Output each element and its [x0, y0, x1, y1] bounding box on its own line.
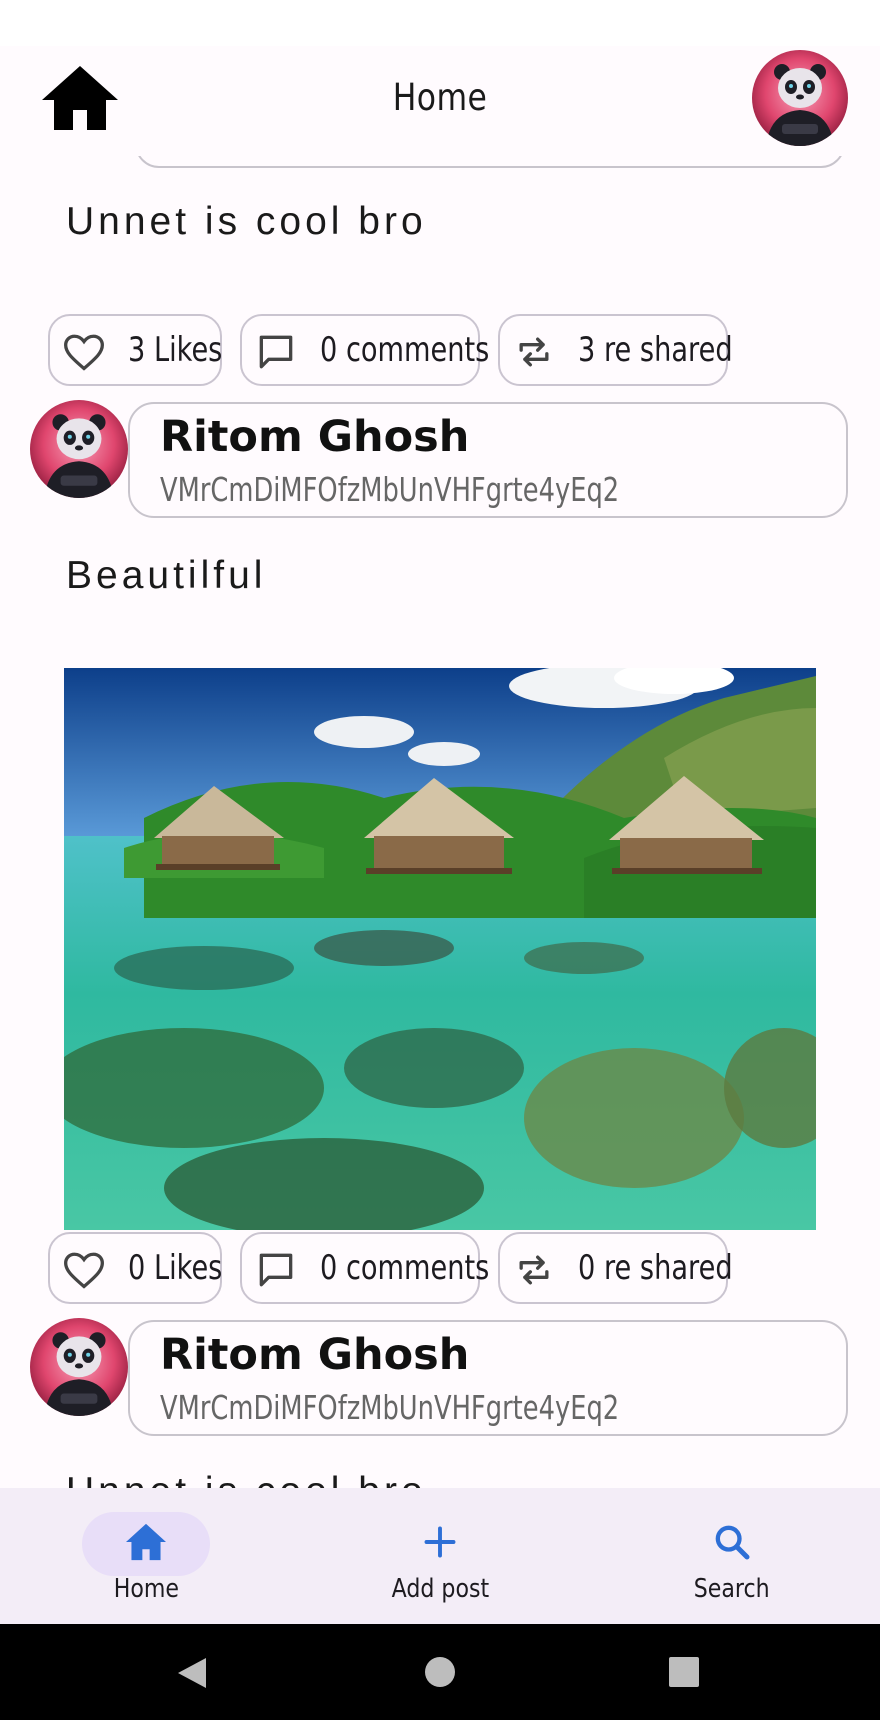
author-card[interactable]: Ritom Ghosh VMrCmDiMFOfzMbUnVHFgrte4yEq2: [128, 1320, 848, 1436]
post-text: Unnet is cool bro: [66, 1470, 427, 1488]
comments-count: 0 comments: [320, 330, 490, 370]
author-name: Ritom Ghosh: [160, 1330, 470, 1380]
plus-icon: [424, 1526, 456, 1558]
author-card: [135, 156, 845, 168]
nav-label-search: Search: [694, 1574, 770, 1604]
profile-avatar[interactable]: [752, 50, 848, 146]
page-title: Home: [392, 76, 488, 119]
reshare-button[interactable]: 0 re shared: [498, 1232, 733, 1304]
nav-item-add-post[interactable]: Add post: [376, 1488, 504, 1624]
comment-icon: [259, 335, 293, 369]
status-bar: [0, 0, 880, 46]
home-circle-icon[interactable]: [424, 1656, 456, 1688]
author-id: VMrCmDiMFOfzMbUnVHFgrte4yEq2: [160, 1388, 620, 1427]
system-navigation-bar: [0, 1624, 880, 1720]
recents-icon[interactable]: [668, 1656, 700, 1688]
nav-label-home: Home: [113, 1574, 179, 1604]
author-name: Ritom Ghosh: [160, 412, 470, 462]
repost-icon: [519, 1255, 549, 1285]
likes-count: 3 Likes: [128, 330, 223, 370]
top-app-bar: Home: [0, 46, 880, 156]
search-icon: [715, 1525, 750, 1560]
nav-item-home[interactable]: Home: [82, 1488, 210, 1624]
like-button[interactable]: 0 Likes: [48, 1232, 222, 1304]
post-text: Unnet is cool bro: [66, 200, 427, 243]
nav-item-search[interactable]: Search: [668, 1488, 796, 1624]
reshare-button[interactable]: 3 re shared: [498, 314, 733, 386]
back-icon[interactable]: [176, 1656, 208, 1690]
bottom-navigation: Home Add post Search: [0, 1488, 880, 1624]
heart-icon: [64, 334, 104, 371]
author-id: VMrCmDiMFOfzMbUnVHFgrte4yEq2: [160, 470, 620, 509]
nav-label-add-post: Add post: [391, 1574, 489, 1604]
like-button[interactable]: 3 Likes: [48, 314, 222, 386]
reshares-count: 0 re shared: [578, 1248, 733, 1288]
author-card[interactable]: Ritom Ghosh VMrCmDiMFOfzMbUnVHFgrte4yEq2: [128, 402, 848, 518]
post-feed[interactable]: Unnet is cool bro 3 Likes 0 comments 3 r…: [0, 156, 880, 1488]
post-image[interactable]: [64, 668, 816, 1230]
heart-icon: [64, 1252, 104, 1289]
home-icon: [126, 1523, 166, 1561]
comment-button[interactable]: 0 comments: [240, 1232, 489, 1304]
comment-button[interactable]: 0 comments: [240, 314, 489, 386]
author-avatar[interactable]: [30, 400, 128, 498]
post-text: Beautilful: [66, 554, 267, 597]
comment-icon: [259, 1253, 293, 1287]
likes-count: 0 Likes: [128, 1248, 223, 1288]
reshares-count: 3 re shared: [578, 330, 733, 370]
comments-count: 0 comments: [320, 1248, 490, 1288]
author-avatar[interactable]: [30, 1318, 128, 1416]
repost-icon: [519, 337, 549, 367]
